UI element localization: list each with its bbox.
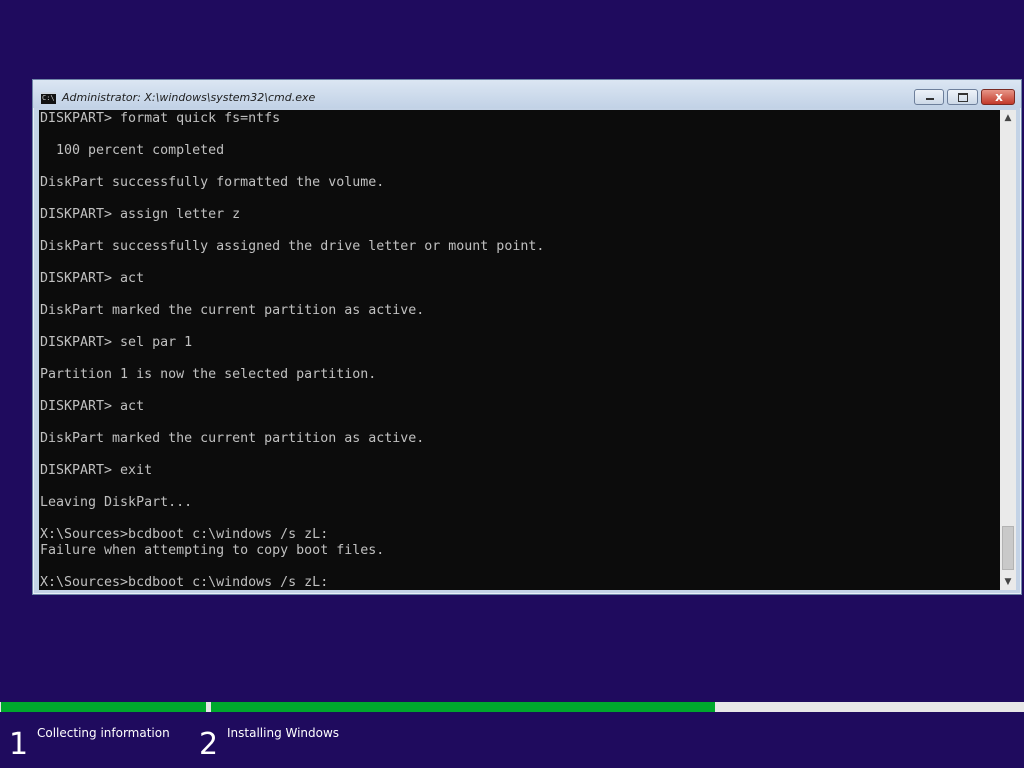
cmd-icon: C:\ bbox=[41, 92, 56, 104]
step-number: 1 bbox=[9, 727, 29, 762]
console-line: DiskPart marked the current partition as… bbox=[40, 303, 425, 318]
console-line: Partition 1 is now the selected partitio… bbox=[40, 367, 377, 382]
progress-segment-installing bbox=[211, 702, 716, 712]
step-number: 2 bbox=[199, 727, 219, 762]
console-line: Failure when attempting to copy boot fil… bbox=[40, 543, 385, 558]
console-line: 100 percent completed bbox=[40, 143, 225, 158]
console-line: Leaving DiskPart... bbox=[40, 495, 193, 510]
console-lines: DISKPART> format quick fs=ntfs 100 perce… bbox=[40, 111, 544, 590]
maximize-icon bbox=[958, 93, 968, 102]
console-line: DiskPart successfully formatted the volu… bbox=[40, 175, 385, 190]
console-line: DISKPART> act bbox=[40, 271, 145, 286]
close-button[interactable]: x bbox=[981, 89, 1015, 105]
console-line: DISKPART> exit bbox=[40, 463, 153, 478]
console-line: DISKPART> assign letter z bbox=[40, 207, 241, 222]
console-line: DISKPART> sel par 1 bbox=[40, 335, 193, 350]
step-label: Installing Windows bbox=[227, 726, 340, 740]
console-line: DiskPart successfully assigned the drive… bbox=[40, 239, 545, 254]
console-line: DISKPART> act bbox=[40, 399, 145, 414]
maximize-button[interactable] bbox=[947, 89, 978, 105]
minimize-icon bbox=[926, 98, 934, 100]
progress-segment-collecting bbox=[1, 702, 206, 712]
vertical-scrollbar[interactable]: ▲ ▼ bbox=[1000, 110, 1016, 590]
scroll-thumb[interactable] bbox=[1002, 526, 1014, 570]
scroll-up-icon[interactable]: ▲ bbox=[1000, 110, 1016, 126]
console-line: DISKPART> format quick fs=ntfs bbox=[40, 111, 281, 126]
minimize-button[interactable] bbox=[914, 89, 944, 105]
window-title: Administrator: X:\windows\system32\cmd.e… bbox=[62, 91, 316, 104]
console-line: X:\Sources>bcdboot c:\windows /s zL: bbox=[40, 575, 329, 590]
title-bar[interactable]: C:\ Administrator: X:\windows\system32\c… bbox=[33, 80, 1021, 108]
scroll-down-icon[interactable]: ▼ bbox=[1000, 574, 1016, 590]
console-line: DiskPart marked the current partition as… bbox=[40, 431, 425, 446]
console-line: X:\Sources>bcdboot c:\windows /s zL: bbox=[40, 527, 329, 542]
cmd-window: C:\ Administrator: X:\windows\system32\c… bbox=[32, 79, 1022, 595]
close-icon: x bbox=[995, 90, 1003, 104]
step-label: Collecting information bbox=[37, 726, 170, 740]
setup-progress-bar bbox=[0, 702, 1024, 712]
console-output[interactable]: DISKPART> format quick fs=ntfs 100 perce… bbox=[39, 110, 1000, 590]
